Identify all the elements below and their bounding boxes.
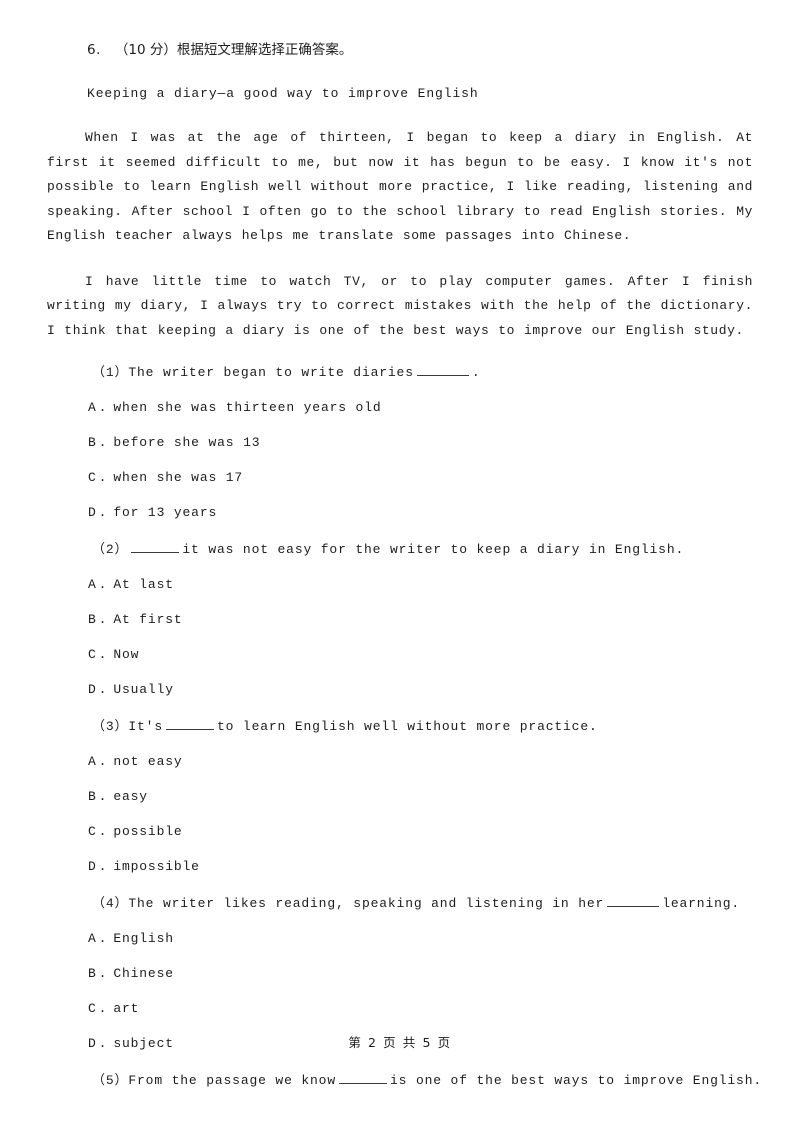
option-letter: C xyxy=(88,647,97,662)
option-text: Now xyxy=(113,647,140,662)
question-number-3: （3） xyxy=(92,719,129,734)
option-text: easy xyxy=(113,789,148,804)
option-text: English xyxy=(113,931,174,946)
question-stem-2: （2） it was not easy for the writer to kee… xyxy=(47,540,753,560)
option-text: not easy xyxy=(113,754,183,769)
option-text: before she was 13 xyxy=(113,435,261,450)
option-2-d[interactable]: D. Usually xyxy=(47,680,753,700)
question-text-after-1: . xyxy=(471,365,481,380)
option-letter: C xyxy=(88,824,97,839)
passage-paragraph-2: I have little time to watch TV, or to pl… xyxy=(47,273,753,338)
option-text: At last xyxy=(113,577,174,592)
question-text-before-4: The writer likes reading, speaking and l… xyxy=(128,896,605,911)
question-stem-3: （3）It's to learn English well without mor… xyxy=(47,717,753,737)
question-text-after-2: it was not easy for the writer to keep a… xyxy=(182,542,685,557)
option-letter: A xyxy=(88,754,97,769)
option-text: At first xyxy=(113,612,183,627)
page-footer: 第 2 页 共 5 页 xyxy=(348,1035,452,1050)
option-4-c[interactable]: C. art xyxy=(47,999,753,1019)
option-dot: . xyxy=(98,400,108,415)
option-text: when she was 17 xyxy=(113,470,244,485)
option-dot: . xyxy=(98,682,108,697)
passage-title: Keeping a diary—a good way to improve En… xyxy=(87,86,479,101)
option-4-b[interactable]: B. Chinese xyxy=(47,964,753,984)
passage-paragraph-1: When I was at the age of thirteen, I beg… xyxy=(47,130,753,243)
option-3-d[interactable]: D. impossible xyxy=(47,857,753,877)
option-text: when she was thirteen years old xyxy=(113,400,382,415)
option-dot: . xyxy=(98,859,108,874)
option-3-b[interactable]: B. easy xyxy=(47,787,753,807)
option-dot: . xyxy=(98,1001,108,1016)
answer-blank-3[interactable] xyxy=(165,717,214,730)
option-letter: C xyxy=(88,1001,97,1016)
option-1-d[interactable]: D. for 13 years xyxy=(47,503,753,523)
question-block-3: （3）It's to learn English well without mor… xyxy=(47,717,753,877)
page-content: 6. （10 分）根据短文理解选择正确答案。 Keeping a diary—a … xyxy=(47,40,761,1106)
option-letter: D xyxy=(88,505,97,520)
question-block-5: （5）From the passage we know is one of the… xyxy=(47,1071,761,1091)
exercise-number: 6. xyxy=(87,42,101,58)
question-stem-5: （5）From the passage we know is one of the… xyxy=(47,1071,761,1091)
option-text: impossible xyxy=(113,859,200,874)
question-stem-1: （1）The writer began to write diaries. xyxy=(47,363,753,383)
option-text: for 13 years xyxy=(113,505,218,520)
option-dot: . xyxy=(98,647,108,662)
option-letter: A xyxy=(88,400,97,415)
option-dot: . xyxy=(98,612,108,627)
exercise-instruction-text: （10 分）根据短文理解选择正确答案。 xyxy=(114,42,353,58)
option-2-b[interactable]: B. At first xyxy=(47,610,753,630)
option-1-c[interactable]: C. when she was 17 xyxy=(47,468,753,488)
option-letter: B xyxy=(88,789,97,804)
question-block-2: （2） it was not easy for the writer to kee… xyxy=(47,540,753,700)
option-letter: B xyxy=(88,435,97,450)
question-number-2: （2） xyxy=(92,542,129,557)
option-letter: B xyxy=(88,612,97,627)
exercise-instruction: 6. （10 分）根据短文理解选择正确答案。 xyxy=(47,40,753,60)
option-dot: . xyxy=(98,966,108,981)
question-block-4: （4）The writer likes reading, speaking an… xyxy=(47,894,753,1054)
option-1-b[interactable]: B. before she was 13 xyxy=(47,433,753,453)
question-text-before-3: It's xyxy=(128,719,163,734)
question-stem-4: （4）The writer likes reading, speaking an… xyxy=(47,894,753,914)
answer-blank-4[interactable] xyxy=(607,894,660,907)
option-letter: D xyxy=(88,859,97,874)
question-text-before-1: The writer began to write diaries xyxy=(128,365,414,380)
question-block-1: （1）The writer began to write diaries. A.… xyxy=(47,363,753,523)
option-letter: C xyxy=(88,470,97,485)
option-dot: . xyxy=(98,789,108,804)
option-dot: . xyxy=(98,435,108,450)
option-letter: B xyxy=(88,966,97,981)
option-4-a[interactable]: A. English xyxy=(47,929,753,949)
option-text: possible xyxy=(113,824,183,839)
question-text-before-5: From the passage we know xyxy=(128,1073,336,1088)
document-page: 6. （10 分）根据短文理解选择正确答案。 Keeping a diary—a … xyxy=(0,0,800,1132)
option-1-a[interactable]: A. when she was thirteen years old xyxy=(47,398,753,418)
option-dot: . xyxy=(98,505,108,520)
option-dot: . xyxy=(98,470,108,485)
option-letter: A xyxy=(88,577,97,592)
option-dot: . xyxy=(98,824,108,839)
question-text-after-5: is one of the best ways to improve Engli… xyxy=(390,1073,763,1088)
question-text-after-3: to learn English well without more pract… xyxy=(216,719,598,734)
option-text: Chinese xyxy=(113,966,174,981)
option-text: art xyxy=(113,1001,140,1016)
answer-blank-1[interactable] xyxy=(416,363,469,376)
option-text: Usually xyxy=(113,682,174,697)
option-letter: A xyxy=(88,931,97,946)
questions-list: （1）The writer began to write diaries. A.… xyxy=(47,363,761,1091)
option-dot: . xyxy=(98,754,108,769)
option-dot: . xyxy=(98,577,108,592)
option-3-a[interactable]: A. not easy xyxy=(47,752,753,772)
option-3-c[interactable]: C. possible xyxy=(47,822,753,842)
answer-blank-5[interactable] xyxy=(339,1071,387,1084)
option-2-c[interactable]: C. Now xyxy=(47,645,753,665)
question-text-after-4: learning. xyxy=(662,896,741,911)
option-2-a[interactable]: A. At last xyxy=(47,575,753,595)
question-number-5: （5） xyxy=(92,1073,129,1088)
question-number-4: （4） xyxy=(92,896,129,911)
question-number-1: （1） xyxy=(92,365,129,380)
option-letter: D xyxy=(88,682,97,697)
option-dot: . xyxy=(98,931,108,946)
answer-blank-2[interactable] xyxy=(131,540,180,553)
